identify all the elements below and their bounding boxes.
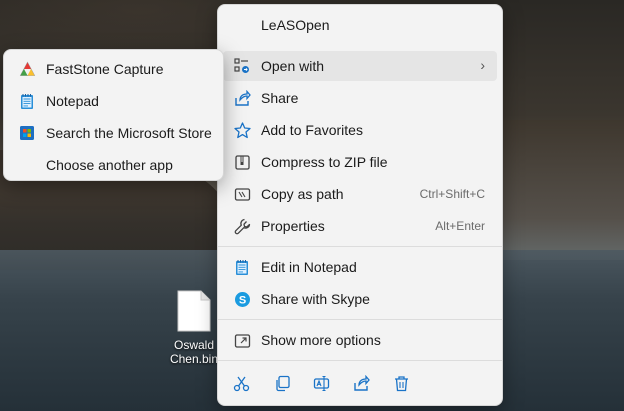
copy-icon: [275, 375, 290, 391]
context-menu-toolbar: [218, 365, 502, 401]
submenu-item-label: FastStone Capture: [46, 61, 164, 77]
chevron-right-icon: ›: [480, 57, 485, 73]
submenu-item-search-store[interactable]: Search the Microsoft Store: [8, 118, 219, 148]
scissors-icon: [233, 376, 249, 391]
submenu-item-label: Choose another app: [46, 157, 173, 173]
menu-item-open-with[interactable]: Open with ›: [223, 51, 497, 81]
submenu-item-choose-another-app[interactable]: Choose another app: [8, 150, 219, 180]
menu-separator: [218, 319, 502, 320]
share-button[interactable]: [347, 369, 375, 397]
menu-item-share[interactable]: Share: [223, 83, 497, 113]
faststone-capture-icon: [18, 60, 36, 78]
trash-icon: [394, 375, 408, 391]
star-icon: [233, 121, 251, 139]
open-with-icon: [233, 57, 251, 75]
context-menu: LeASOpen Open with › Share Add to Favori…: [217, 4, 503, 406]
menu-separator: [218, 246, 502, 247]
wallpaper-hill-right: [500, 120, 624, 260]
menu-item-label: Open with: [261, 58, 325, 74]
submenu-item-notepad[interactable]: Notepad: [8, 86, 219, 116]
delete-button[interactable]: [387, 369, 415, 397]
submenu-item-label: Notepad: [46, 93, 99, 109]
rename-icon: [313, 375, 329, 391]
blank-file-icon: [177, 290, 211, 332]
menu-item-label: Compress to ZIP file: [261, 154, 388, 170]
menu-item-show-more-options[interactable]: Show more options: [223, 325, 497, 355]
microsoft-store-icon: [18, 124, 36, 142]
menu-item-compress-zip[interactable]: Compress to ZIP file: [223, 147, 497, 177]
menu-item-share-with-skype[interactable]: S Share with Skype: [223, 284, 497, 314]
submenu-item-label: Search the Microsoft Store: [46, 125, 212, 141]
share-icon: [353, 374, 370, 391]
rename-button[interactable]: [307, 369, 335, 397]
open-with-submenu: FastStone Capture Notepad Search the Mic…: [3, 49, 224, 181]
menu-item-add-to-favorites[interactable]: Add to Favorites: [223, 115, 497, 145]
menu-item-label: Share with Skype: [261, 291, 370, 307]
menu-item-copy-as-path[interactable]: Copy as path Ctrl+Shift+C: [223, 179, 497, 209]
notepad-icon: [233, 258, 251, 276]
menu-title-label: LeASOpen: [261, 17, 330, 33]
menu-item-edit-in-notepad[interactable]: Edit in Notepad: [223, 252, 497, 282]
share-icon: [233, 89, 251, 107]
menu-separator: [218, 360, 502, 361]
svg-text:S: S: [238, 294, 245, 306]
notepad-icon: [18, 92, 36, 110]
copy-button[interactable]: [268, 369, 296, 397]
menu-item-label: Edit in Notepad: [261, 259, 357, 275]
menu-item-properties[interactable]: Properties Alt+Enter: [223, 211, 497, 241]
cut-button[interactable]: [227, 369, 255, 397]
copy-path-icon: [233, 185, 251, 203]
menu-item-label: Add to Favorites: [261, 122, 363, 138]
shortcut-label: Ctrl+Shift+C: [419, 187, 485, 201]
menu-item-open-default[interactable]: LeASOpen: [223, 10, 497, 40]
show-more-icon: [233, 331, 251, 349]
menu-item-label: Show more options: [261, 332, 381, 348]
submenu-item-faststone-capture[interactable]: FastStone Capture: [8, 54, 219, 84]
skype-icon: S: [233, 290, 251, 308]
menu-item-label: Share: [261, 90, 299, 106]
zip-icon: [233, 153, 251, 171]
wrench-icon: [233, 217, 251, 235]
menu-item-label: Properties: [261, 218, 325, 234]
shortcut-label: Alt+Enter: [435, 219, 485, 233]
menu-item-label: Copy as path: [261, 186, 344, 202]
